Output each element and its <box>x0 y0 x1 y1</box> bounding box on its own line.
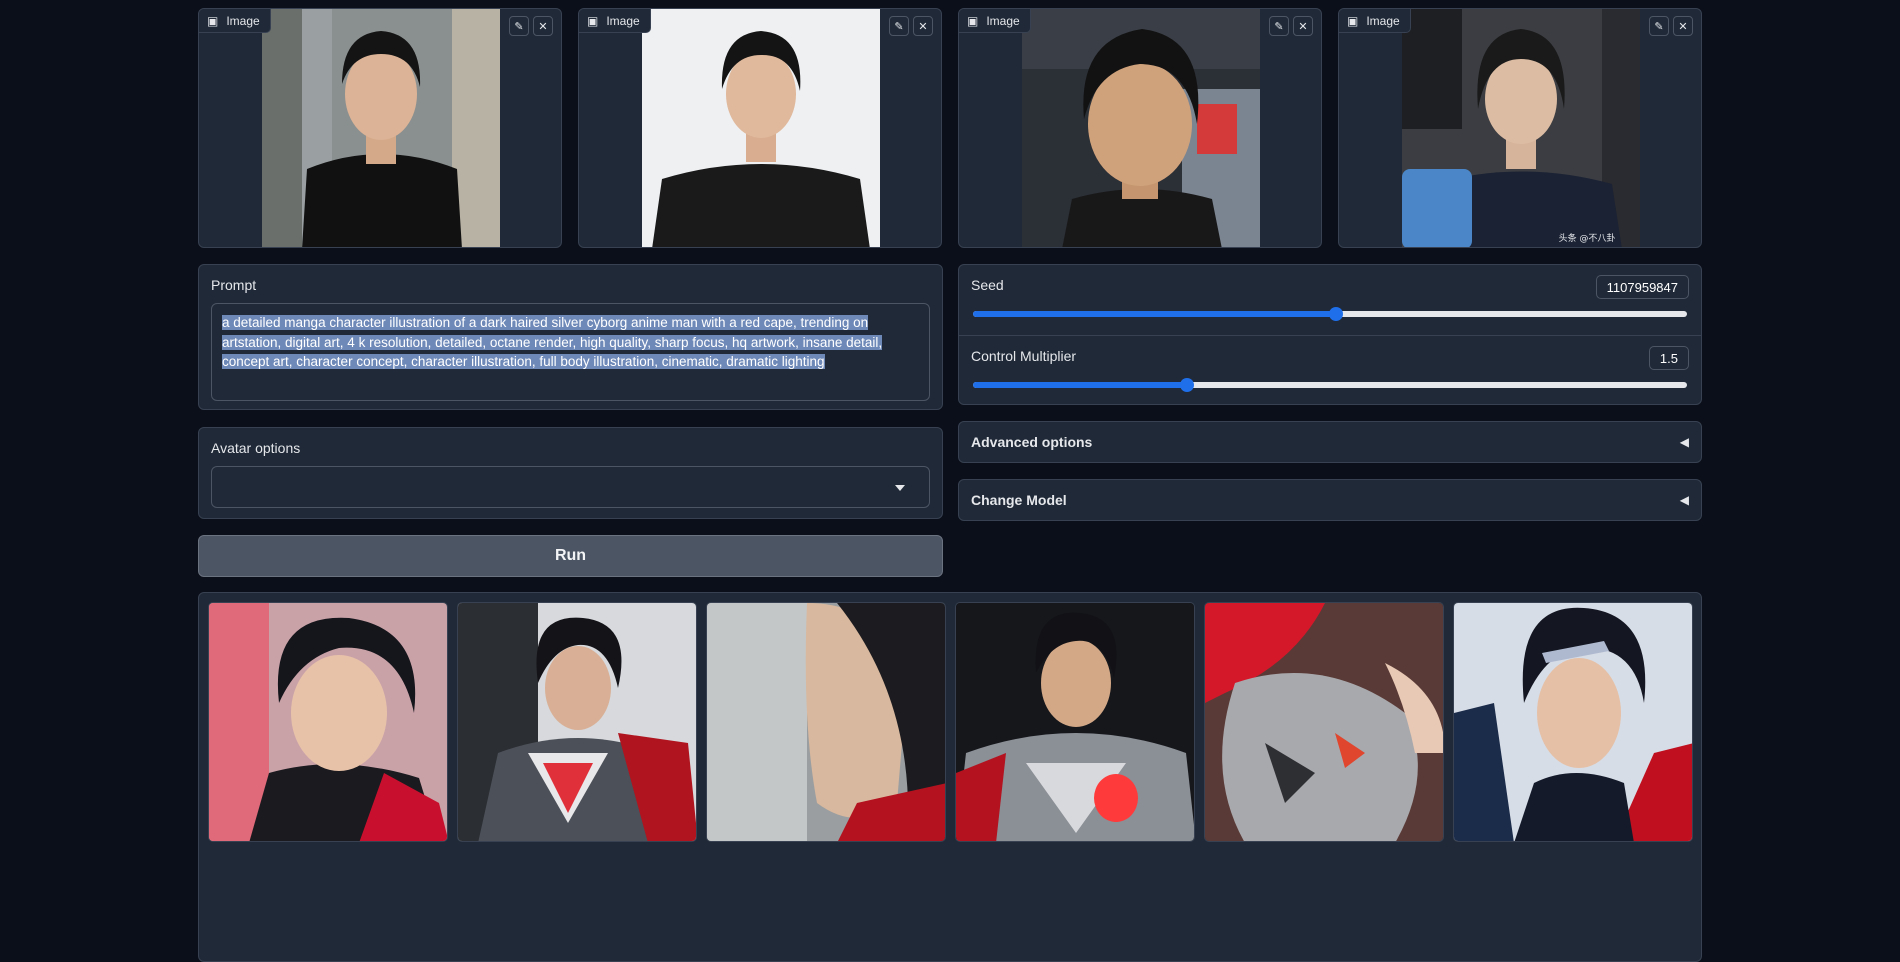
uploaded-photo <box>642 9 880 247</box>
output-gallery <box>198 592 1702 962</box>
prompt-textarea[interactable]: a detailed manga character illustration … <box>211 303 930 401</box>
prompt-text: a detailed manga character illustration … <box>222 315 883 369</box>
image-icon: ▣ <box>207 13 219 28</box>
seed-label: Seed <box>971 277 1004 293</box>
prompt-label: Prompt <box>211 277 257 293</box>
close-icon[interactable]: ✕ <box>533 16 553 36</box>
gallery-image[interactable] <box>1453 602 1693 842</box>
change-model-label: Change Model <box>971 492 1067 508</box>
seed-row: Seed 1107959847 <box>959 265 1701 335</box>
seed-slider-fill <box>973 311 1336 317</box>
edit-icon[interactable]: ✎ <box>889 16 909 36</box>
avatar-options-label: Avatar options <box>211 440 301 456</box>
change-model-accordion[interactable]: Change Model ◀ <box>958 479 1702 521</box>
watermark-text: 头条 @不八卦 <box>1559 232 1616 244</box>
caret-down-icon <box>895 485 905 491</box>
seed-number-input[interactable]: 1107959847 <box>1595 275 1689 299</box>
control-multiplier-slider-fill <box>973 382 1188 388</box>
image-upload-4[interactable]: ▣ Image ✎ ✕ 头条 @不八卦 <box>1338 8 1702 248</box>
image-upload-3[interactable]: ▣ Image ✎ ✕ <box>958 8 1322 248</box>
edit-icon[interactable]: ✎ <box>1649 16 1669 36</box>
close-icon[interactable]: ✕ <box>1673 16 1693 36</box>
control-multiplier-row: Control Multiplier 1.5 <box>959 335 1701 405</box>
image-icon: ▣ <box>587 13 599 28</box>
image-icon: ▣ <box>1347 13 1359 28</box>
close-icon[interactable]: ✕ <box>1293 16 1313 36</box>
control-multiplier-slider[interactable] <box>973 378 1687 392</box>
gallery-image[interactable] <box>955 602 1195 842</box>
uploaded-photo <box>1022 9 1260 247</box>
image-label: ▣ Image <box>959 9 1031 33</box>
image-label: ▣ Image <box>579 9 651 33</box>
run-button[interactable]: Run <box>198 535 943 577</box>
gallery-image[interactable] <box>1204 602 1444 842</box>
image-upload-1[interactable]: ▣ Image ✎ ✕ <box>198 8 562 248</box>
seed-slider-thumb[interactable] <box>1328 307 1343 321</box>
uploaded-photo: 头条 @不八卦 <box>1402 9 1640 247</box>
prompt-block: Prompt a detailed manga character illust… <box>198 264 943 410</box>
advanced-options-label: Advanced options <box>971 434 1093 450</box>
image-upload-2[interactable]: ▣ Image ✎ ✕ <box>578 8 942 248</box>
close-icon[interactable]: ✕ <box>913 16 933 36</box>
triangle-left-icon: ◀ <box>1679 493 1689 507</box>
avatar-options-dropdown[interactable] <box>211 466 930 508</box>
control-multiplier-slider-thumb[interactable] <box>1180 378 1195 392</box>
control-multiplier-label: Control Multiplier <box>971 348 1077 364</box>
triangle-left-icon: ◀ <box>1679 435 1689 449</box>
control-multiplier-number-input[interactable]: 1.5 <box>1648 346 1689 370</box>
gallery-image[interactable] <box>706 602 946 842</box>
sliders-block: Seed 1107959847 Control Multiplier 1.5 <box>958 264 1702 405</box>
advanced-options-accordion[interactable]: Advanced options ◀ <box>958 421 1702 463</box>
seed-slider[interactable] <box>973 307 1687 321</box>
gallery-image[interactable] <box>208 602 448 842</box>
edit-icon[interactable]: ✎ <box>509 16 529 36</box>
avatar-options-block: Avatar options <box>198 427 943 519</box>
edit-icon[interactable]: ✎ <box>1269 16 1289 36</box>
image-label: ▣ Image <box>1339 9 1411 33</box>
gallery-image[interactable] <box>457 602 697 842</box>
image-icon: ▣ <box>967 13 979 28</box>
uploaded-photo <box>262 9 500 247</box>
image-label: ▣ Image <box>199 9 271 33</box>
